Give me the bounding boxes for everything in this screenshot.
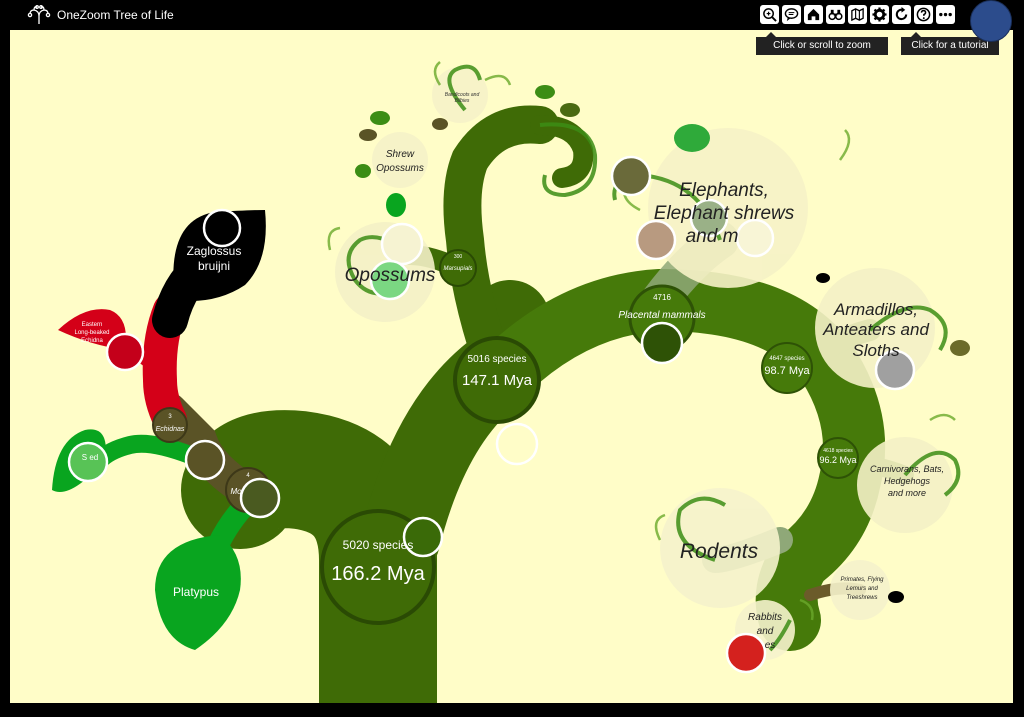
armadillos-label-3: Sloths xyxy=(852,341,900,360)
help-icon[interactable] xyxy=(914,5,933,24)
node-4618-species: 4618 species xyxy=(823,448,853,454)
carnivorans-label-2: Hedgehogs xyxy=(884,476,931,486)
marsupial-node-species: 5016 species xyxy=(468,354,527,365)
shrew-opossums-2: Opossums xyxy=(376,163,424,174)
onezoom-logo-icon[interactable] xyxy=(26,5,52,25)
elephants-label-1: Elephants, xyxy=(679,180,769,201)
marsupials-count: 300 xyxy=(454,254,463,260)
rabbits-label-3: es xyxy=(765,640,776,651)
gear-icon[interactable] xyxy=(870,5,889,24)
placental-species: 4716 xyxy=(653,293,671,302)
marsupial-node-mya: 147.1 Mya xyxy=(462,372,533,389)
platypus-label: Platypus xyxy=(173,585,219,599)
elephants-label-2: Elephant shrews xyxy=(654,203,795,224)
zoom-tooltip: Click or scroll to zoom xyxy=(756,32,888,55)
node-4647-species: 4647 species xyxy=(769,356,804,362)
echidnas-label: Echidnas xyxy=(156,426,185,433)
elephants-label-3: and m xyxy=(686,226,739,247)
more-icon[interactable] xyxy=(936,5,955,24)
rabbits-label-2: and xyxy=(757,626,774,637)
short-beaked-label: S ed xyxy=(82,453,98,462)
echidna-label-3: Echidna xyxy=(81,338,103,344)
rabbits-label-1: Rabbits xyxy=(748,612,782,623)
monotremes-label: Mo xyxy=(230,487,242,496)
user-avatar[interactable] xyxy=(970,0,1012,42)
armadillos-label-2: Anteaters and xyxy=(822,320,929,339)
root-species: 5020 species xyxy=(343,538,414,552)
zoom-icon[interactable] xyxy=(760,5,779,24)
echidna-label-1: Eastern xyxy=(82,322,103,328)
map-icon[interactable] xyxy=(848,5,867,24)
carnivorans-label-3: and more xyxy=(888,488,926,498)
top-bar: OneZoom Tree of Life xyxy=(0,0,1024,30)
chat-icon[interactable] xyxy=(782,5,801,24)
zaglossus-label-2: bruijni xyxy=(198,259,230,273)
bandicoots-label-2: Bilbies xyxy=(455,98,470,104)
primates-label-2: Lemurs and xyxy=(846,586,878,592)
armadillos-label-1: Armadillos, xyxy=(833,300,918,319)
binoculars-icon[interactable] xyxy=(826,5,845,24)
marsupials-label: Marsupials xyxy=(443,266,472,272)
node-4618-mya: 96.2 Mya xyxy=(819,455,856,465)
app-title: OneZoom Tree of Life xyxy=(57,8,174,22)
opossums-label: Opossums xyxy=(345,265,436,286)
carnivorans-label-1: Carnivorans, Bats, xyxy=(870,464,944,474)
zaglossus-label-1: Zaglossus xyxy=(187,244,242,258)
placental-label: Placental mammals xyxy=(618,310,705,321)
rodents-label: Rodents xyxy=(680,540,759,563)
root-mya: 166.2 Mya xyxy=(331,563,425,585)
node-4647-mya: 98.7 Mya xyxy=(764,365,810,377)
primates-label-1: Primates, Flying xyxy=(840,577,884,583)
primates-label-3: Treeshrews xyxy=(847,595,878,601)
echidna-label-2: Long-beaked xyxy=(74,330,109,336)
refresh-icon[interactable] xyxy=(892,5,911,24)
tree-canvas[interactable]: 5020 species 166.2 Mya 5016 species 147.… xyxy=(10,30,1013,703)
shrew-opossums-1: Shrew xyxy=(386,149,415,160)
home-icon[interactable] xyxy=(804,5,823,24)
